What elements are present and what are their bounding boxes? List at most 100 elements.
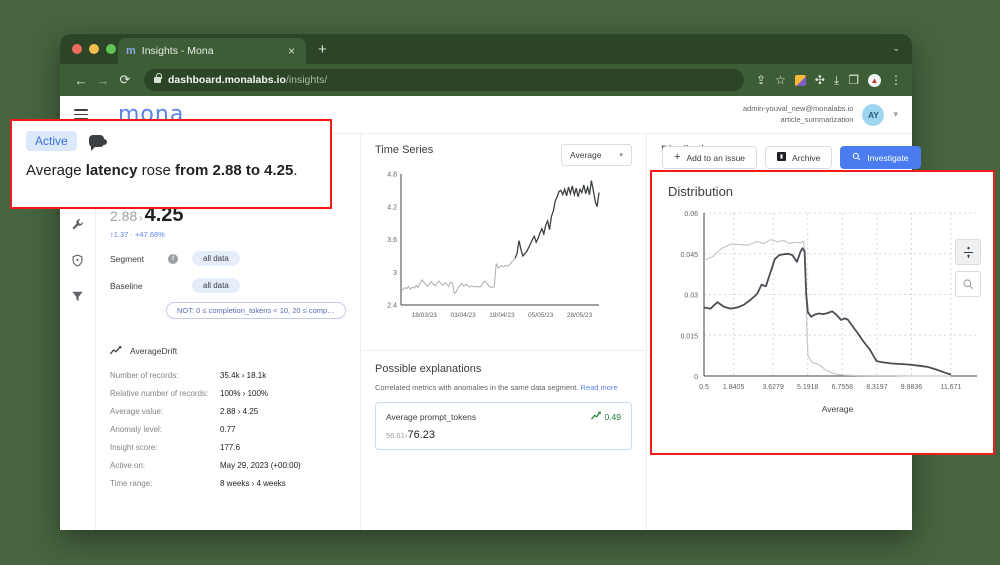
explanation-metric-name: Average prompt_tokens	[386, 412, 476, 422]
toolbar-icons: ⇪ ☆ ✣ ⤓ ❐ ▲ ⋮	[752, 74, 902, 87]
timeseries-chart: 2.433.64.24.818/03/2303/04/2319/04/2305/…	[375, 166, 605, 331]
sidepanel-icon[interactable]: ❐	[848, 74, 859, 86]
svg-text:0.045: 0.045	[680, 252, 698, 259]
archive-button[interactable]: Archive	[765, 146, 832, 169]
stat-key: Relative number of records:	[110, 389, 220, 398]
stat-value: 0.77	[220, 425, 236, 434]
aggregation-select-value: Average	[570, 150, 602, 160]
headline-part-3: from 2.88 to 4.25	[175, 162, 293, 179]
page-title: Time Series	[375, 144, 433, 156]
stat-key: Active on:	[110, 461, 220, 470]
minimize-window-button[interactable]	[89, 44, 99, 54]
svg-text:4.2: 4.2	[387, 204, 397, 211]
filter-icon[interactable]	[70, 288, 86, 304]
back-icon[interactable]: ←	[70, 73, 92, 88]
forward-icon[interactable]: →	[92, 73, 114, 88]
read-more-link[interactable]: Read more	[581, 383, 618, 392]
browser-tab[interactable]: m Insights - Mona ×	[118, 38, 306, 64]
svg-text:18/03/23: 18/03/23	[412, 312, 438, 319]
bookmark-star-icon[interactable]: ☆	[775, 74, 786, 86]
drift-metric-label: AverageDrift	[130, 346, 177, 356]
baseline-value-chip[interactable]: all data	[192, 278, 240, 293]
extension-color-icon[interactable]	[795, 75, 806, 86]
tab-title: Insights - Mona	[142, 45, 285, 57]
svg-text:0: 0	[694, 374, 698, 381]
screenshot-root: m Insights - Mona × + ⌄ ← → ⟳ dashboard.…	[0, 0, 1000, 565]
archive-label: Archive	[792, 153, 820, 163]
maximize-window-button[interactable]	[106, 44, 116, 54]
download-icon[interactable]: ⤓	[834, 74, 839, 86]
subtitle-text: Correlated metrics with anomalies in the…	[375, 383, 578, 392]
close-icon[interactable]: ×	[285, 45, 298, 57]
distribution-chart: 00.0150.030.0450.060.51.84053.62795.1918…	[652, 199, 993, 424]
url-domain: dashboard.monalabs.io	[168, 74, 286, 86]
aggregation-select[interactable]: Average ▾	[561, 144, 632, 166]
mona-favicon-icon: m	[126, 45, 135, 57]
segment-value-chip[interactable]: all data	[192, 251, 240, 266]
status-badge[interactable]: Active	[26, 131, 77, 151]
baseline-row: Baseline all data	[110, 278, 346, 293]
avatar[interactable]: AY	[862, 104, 884, 126]
chevron-down-icon[interactable]: ⌄	[892, 43, 900, 54]
svg-text:3.6279: 3.6279	[762, 384, 784, 391]
insight-headline: Average latency rose from 2.88 to 4.25.	[26, 162, 316, 179]
investigate-button[interactable]: Investigate	[840, 146, 920, 169]
stat-value: 100% › 100%	[220, 389, 268, 398]
timeseries-card: Time Series Average ▾ 2.433.64.24.818/03…	[361, 134, 646, 336]
chevron-down-icon[interactable]: ▾	[893, 109, 898, 120]
close-window-button[interactable]	[72, 44, 82, 54]
url-path: /insights/	[286, 74, 327, 86]
possible-explanations-section: Possible explanations Correlated metrics…	[361, 351, 646, 450]
segment-row: Segment i all data	[110, 251, 346, 266]
stat-value: 177.6	[220, 443, 240, 452]
insight-actions: + Add to an issue Archive Investigate	[662, 146, 921, 169]
add-to-issue-button[interactable]: + Add to an issue	[662, 146, 757, 169]
archive-box-icon	[777, 152, 786, 163]
trend-up-arrow-icon	[591, 411, 602, 422]
status-row: Active	[26, 131, 316, 151]
info-icon[interactable]: i	[168, 254, 178, 264]
svg-text:3.6: 3.6	[387, 237, 397, 244]
profile-avatar-icon[interactable]: ▲	[868, 74, 881, 87]
user-project: article_summarization	[743, 115, 854, 125]
svg-text:9.8836: 9.8836	[901, 384, 923, 391]
insight-old-value: 2.88	[110, 208, 137, 224]
overflow-menu-icon[interactable]: ⋮	[890, 74, 902, 86]
explanation-score-value: 0.49	[604, 412, 621, 422]
stat-key: Anomaly level:	[110, 425, 220, 434]
stat-value: 2.88 › 4.25	[220, 407, 258, 416]
list-item: Anomaly level:0.77	[110, 425, 346, 434]
share-icon[interactable]: ⇪	[756, 74, 766, 86]
svg-text:0.5: 0.5	[699, 384, 709, 391]
headline-part-1: latency	[86, 162, 138, 179]
shield-icon[interactable]	[70, 252, 86, 268]
browser-tabstrip: m Insights - Mona × + ⌄	[60, 34, 912, 64]
svg-text:28/05/23: 28/05/23	[567, 312, 593, 319]
explanation-card[interactable]: Average prompt_tokens 0.49 56.61›76.23	[375, 402, 632, 450]
stat-key: Time range:	[110, 479, 220, 488]
headline-part-2: rose	[137, 162, 175, 179]
trend-line-icon	[110, 345, 124, 357]
explanation-new-value: 76.23	[407, 429, 435, 441]
reload-icon[interactable]: ⟳	[114, 72, 136, 88]
baseline-filter-chip[interactable]: NOT: 0 ≤ completion_tokens < 10, 20 ≤ co…	[166, 302, 346, 319]
header-right: admin-youval_new@monalabs.io article_sum…	[743, 104, 898, 126]
svg-text:8.3197: 8.3197	[866, 384, 888, 391]
scale-toggle-icon[interactable]	[955, 239, 981, 265]
window-controls[interactable]	[72, 44, 116, 54]
svg-text:1.8405: 1.8405	[723, 384, 745, 391]
distribution-callout-title: Distribution	[652, 172, 993, 199]
new-tab-button[interactable]: +	[318, 42, 327, 57]
svg-text:0.06: 0.06	[684, 211, 698, 218]
zoom-icon[interactable]	[955, 271, 981, 297]
puzzle-extension-icon[interactable]: ✣	[815, 74, 825, 86]
wrench-icon[interactable]	[70, 216, 86, 232]
svg-text:0.03: 0.03	[684, 293, 698, 300]
svg-text:4.8: 4.8	[387, 172, 397, 179]
address-bar[interactable]: dashboard.monalabs.io/insights/	[144, 69, 744, 91]
distribution-callout: Distribution 00.0150.030.0450.060.51.840…	[650, 170, 995, 455]
list-item: Average value:2.88 › 4.25	[110, 407, 346, 416]
headline-part-4: .	[293, 162, 297, 179]
svg-text:6.7558: 6.7558	[832, 384, 854, 391]
comment-bubble-icon[interactable]	[89, 135, 104, 147]
